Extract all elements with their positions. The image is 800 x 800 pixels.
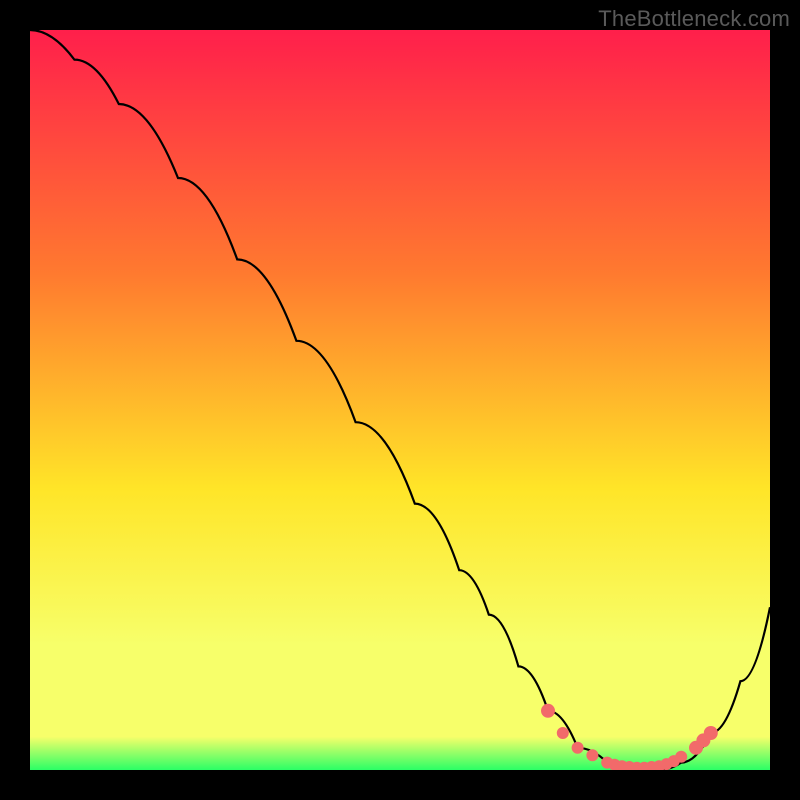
watermark-text: TheBottleneck.com — [598, 6, 790, 32]
highlight-dot — [572, 742, 583, 753]
highlight-dot — [587, 750, 598, 761]
highlight-dot — [676, 751, 687, 762]
plot-area — [30, 30, 770, 770]
highlight-dot — [557, 728, 568, 739]
highlight-dot — [542, 704, 555, 717]
gradient-background — [30, 30, 770, 770]
highlight-dot — [704, 727, 717, 740]
chart-frame: TheBottleneck.com — [0, 0, 800, 800]
bottleneck-chart — [30, 30, 770, 770]
